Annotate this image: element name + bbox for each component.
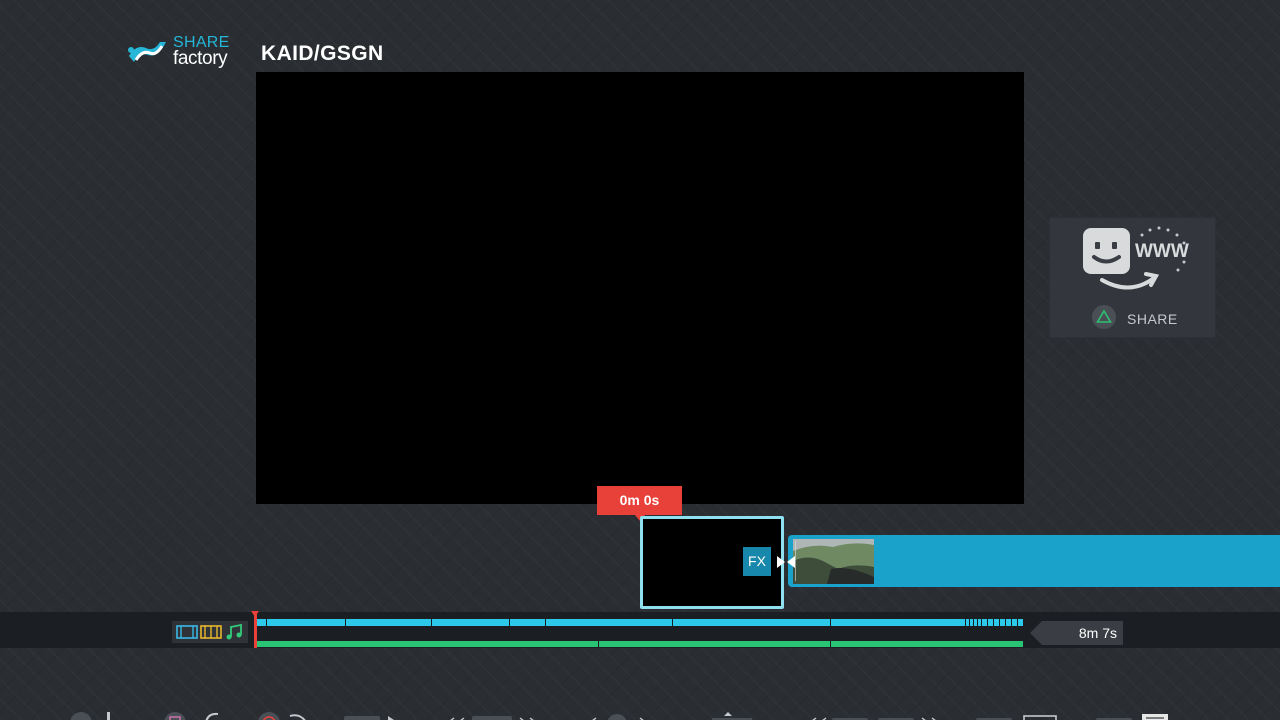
trim-icons	[812, 717, 936, 720]
sharefactory-logo: SHARE factory	[126, 34, 238, 70]
back-icon	[289, 714, 306, 720]
share-button-label[interactable]: SHARE	[1127, 311, 1178, 327]
options-icon	[1096, 714, 1168, 720]
music-track-icon[interactable]	[224, 623, 246, 641]
video-clip-thumbnail	[793, 539, 874, 584]
project-title: KAID/GSGN	[261, 42, 384, 65]
track-type-selector[interactable]	[172, 621, 248, 643]
total-duration-tag: 8m 7s	[1030, 621, 1123, 645]
fullscreen-icon	[976, 715, 1057, 720]
transition-icon[interactable]	[771, 547, 800, 576]
film-track-icon[interactable]	[200, 623, 222, 641]
www-text: WWW	[1135, 241, 1189, 262]
current-time-marker: 0m 0s	[597, 486, 682, 521]
video-track-icon[interactable]	[176, 623, 198, 641]
logo-text-factory: factory	[173, 48, 228, 69]
total-duration: 8m 7s	[1078, 625, 1117, 641]
share-panel[interactable]: WWW SHARE	[1050, 218, 1215, 337]
cross-button-icon	[70, 712, 92, 720]
undo-icon	[205, 712, 219, 720]
video-preview[interactable]	[256, 72, 1024, 504]
controller-hints-bar	[0, 706, 1280, 720]
r-stick-icon	[592, 714, 644, 720]
fx-button[interactable]: FX	[743, 547, 771, 576]
sharefactory-logo-icon	[128, 42, 166, 62]
video-track-strip[interactable]	[257, 619, 1023, 626]
play-icon	[344, 716, 394, 720]
audio-track-strip[interactable]	[257, 641, 1023, 647]
playhead[interactable]	[251, 611, 259, 648]
square-button-icon	[164, 712, 186, 720]
scrub-icon	[450, 716, 534, 720]
share-web-icon: WWW	[1083, 226, 1189, 290]
triangle-button-icon[interactable]	[1092, 305, 1116, 329]
dpad-icon	[712, 712, 752, 720]
l-stick-icon	[107, 712, 110, 720]
circle-button-icon	[258, 712, 280, 720]
